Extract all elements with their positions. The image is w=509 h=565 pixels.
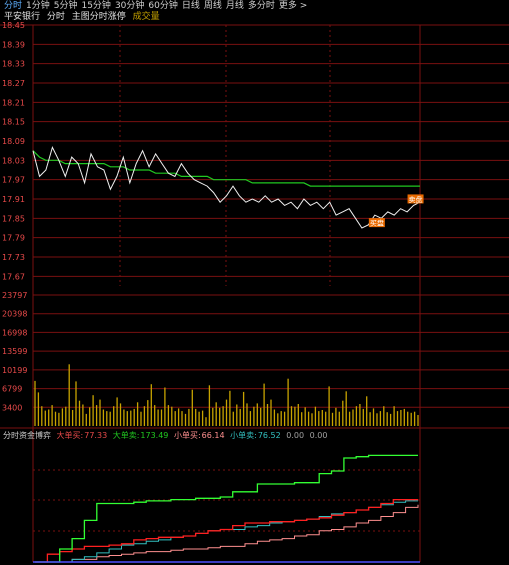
price-tick-7: 18.03	[2, 156, 25, 165]
small-buy-label: 小单买:	[173, 431, 201, 440]
flow-small-buy-line	[35, 504, 419, 563]
price-tick-9: 17.91	[2, 195, 25, 204]
marker-label-1: 卖盘	[409, 195, 423, 204]
price-tick-11: 17.79	[2, 234, 25, 243]
extra-value-1: 0.00	[286, 431, 305, 440]
extra-value-2: 0.00	[309, 431, 328, 440]
price-tick-12: 17.73	[2, 253, 25, 262]
price-tick-2: 18.33	[2, 60, 25, 69]
volume-tick-0: 23797	[2, 291, 27, 300]
price-tick-3: 18.27	[2, 79, 25, 88]
flow-big-buy-line	[35, 498, 418, 563]
volume-tick-3: 13599	[2, 347, 27, 356]
volume-tick-6: 3400	[2, 403, 22, 412]
small-sell-label: 小单卖:	[230, 431, 257, 440]
price-tick-1: 18.39	[2, 40, 25, 49]
flow-title: 分时资金博弈	[3, 431, 51, 440]
big-buy-label: 大单买:	[56, 431, 84, 440]
price-tick-13: 17.67	[2, 272, 25, 281]
marker-label-0: 买盘	[370, 219, 384, 228]
big-buy-value: 77.33	[84, 431, 108, 440]
price-tick-0: 18.45	[2, 21, 25, 30]
intraday-chart: 18.45 18.39 18.33 18.27 18.21 18.15 18.09 18.03…	[0, 21, 509, 563]
big-sell-value: 173.49	[140, 431, 169, 440]
price-tick-10: 17.85	[2, 214, 25, 223]
price-tick-6: 18.09	[2, 137, 25, 146]
volume-tick-4: 10199	[2, 366, 27, 375]
small-sell-value: 76.52	[257, 431, 281, 440]
small-buy-value: 66.14	[201, 431, 225, 440]
volume-tick-5: 6799	[2, 385, 22, 394]
volume-tick-1: 20398	[2, 310, 27, 319]
capital-flow-legend: 分时资金博弈 大单买:77.33 大单卖:173.49 小单买:66.14 小单…	[0, 430, 327, 441]
volume-tick-2: 16998	[2, 328, 27, 337]
price-tick-8: 17.97	[2, 176, 25, 185]
big-sell-label: 大单卖:	[112, 431, 140, 440]
price-tick-5: 18.15	[2, 118, 25, 127]
price-tick-4: 18.21	[2, 98, 25, 107]
